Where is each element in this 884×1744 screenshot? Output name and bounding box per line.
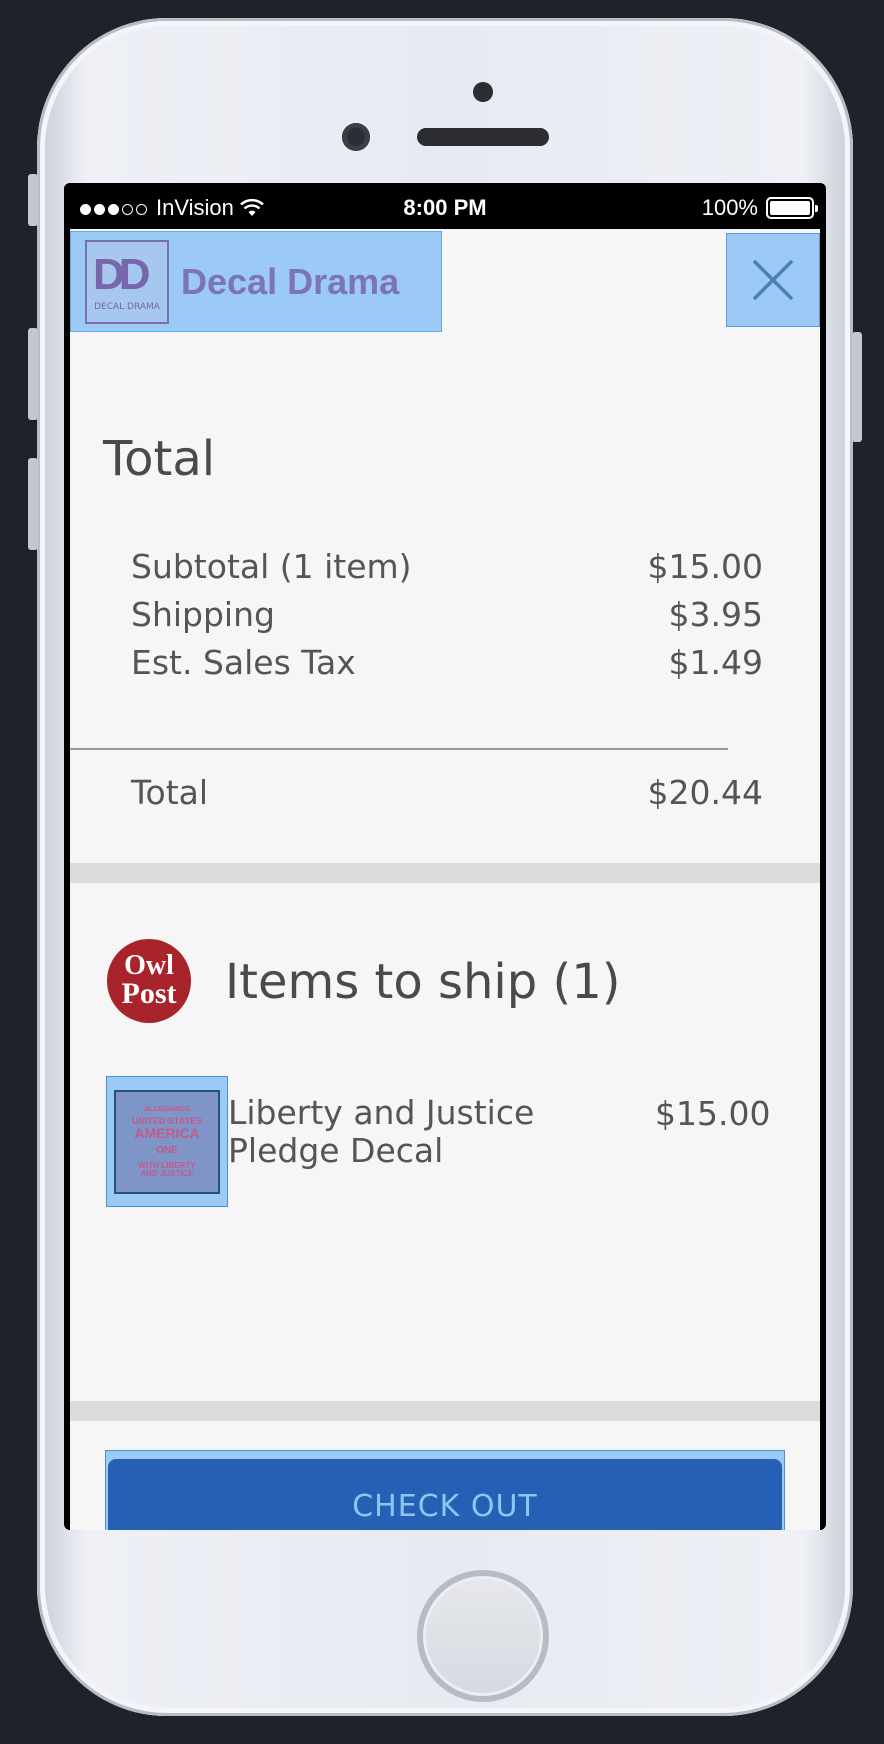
checkout-hotspot[interactable]: CHECK OUT — [105, 1450, 785, 1530]
sales-tax-row: Est. Sales Tax $1.49 — [131, 643, 763, 682]
product-name[interactable]: Liberty and Justice Pledge Decal — [228, 1094, 558, 1170]
brand-header-link[interactable]: DD DECAL DRAMA Decal Drama — [70, 231, 442, 332]
product-price: $15.00 — [655, 1094, 771, 1133]
section-separator — [70, 863, 820, 883]
section-separator-bottom — [70, 1401, 820, 1421]
phone-screen: InVision 8:00 PM 100% DD DECAL DRAMA Dec… — [64, 183, 826, 1530]
volume-down-button — [28, 458, 38, 550]
home-button[interactable] — [417, 1570, 549, 1702]
subtotal-row: Subtotal (1 item) $15.00 — [131, 547, 763, 586]
totals-divider — [70, 748, 728, 750]
shipping-value: $3.95 — [668, 595, 763, 634]
product-thumbnail[interactable]: ALLEGIANCE UNITED STATES AMERICA ONE WIT… — [106, 1076, 228, 1207]
sales-tax-value: $1.49 — [668, 643, 763, 682]
cart-content: DD DECAL DRAMA Decal Drama Total Subtota… — [70, 229, 820, 1530]
power-button — [852, 332, 862, 442]
checkout-button[interactable]: CHECK OUT — [108, 1459, 782, 1530]
grand-total-label: Total — [131, 773, 209, 812]
close-button[interactable] — [726, 233, 820, 327]
owl-post-logo: Owl Post — [107, 939, 191, 1023]
earpiece-speaker — [417, 128, 549, 146]
subtotal-value: $15.00 — [647, 547, 763, 586]
brand-logo: DD DECAL DRAMA — [85, 239, 169, 324]
grand-total-row: Total $20.44 — [131, 773, 763, 812]
status-bar: InVision 8:00 PM 100% — [64, 183, 826, 229]
grand-total-value: $20.44 — [647, 773, 763, 812]
subtotal-label: Subtotal (1 item) — [131, 547, 412, 586]
brand-name: Decal Drama — [181, 260, 400, 302]
close-icon — [752, 259, 794, 301]
battery-icon — [766, 197, 818, 219]
product-image: ALLEGIANCE UNITED STATES AMERICA ONE WIT… — [114, 1090, 220, 1194]
total-section-title: Total — [103, 431, 216, 487]
front-camera — [342, 123, 370, 151]
items-to-ship-title: Items to ship (1) — [225, 954, 621, 1010]
battery-percent: 100% — [701, 195, 758, 220]
shipping-label: Shipping — [131, 595, 275, 634]
shipping-row: Shipping $3.95 — [131, 595, 763, 634]
volume-up-button — [28, 328, 38, 420]
proximity-sensor — [473, 82, 493, 102]
silent-switch — [28, 174, 38, 226]
sales-tax-label: Est. Sales Tax — [131, 643, 356, 682]
